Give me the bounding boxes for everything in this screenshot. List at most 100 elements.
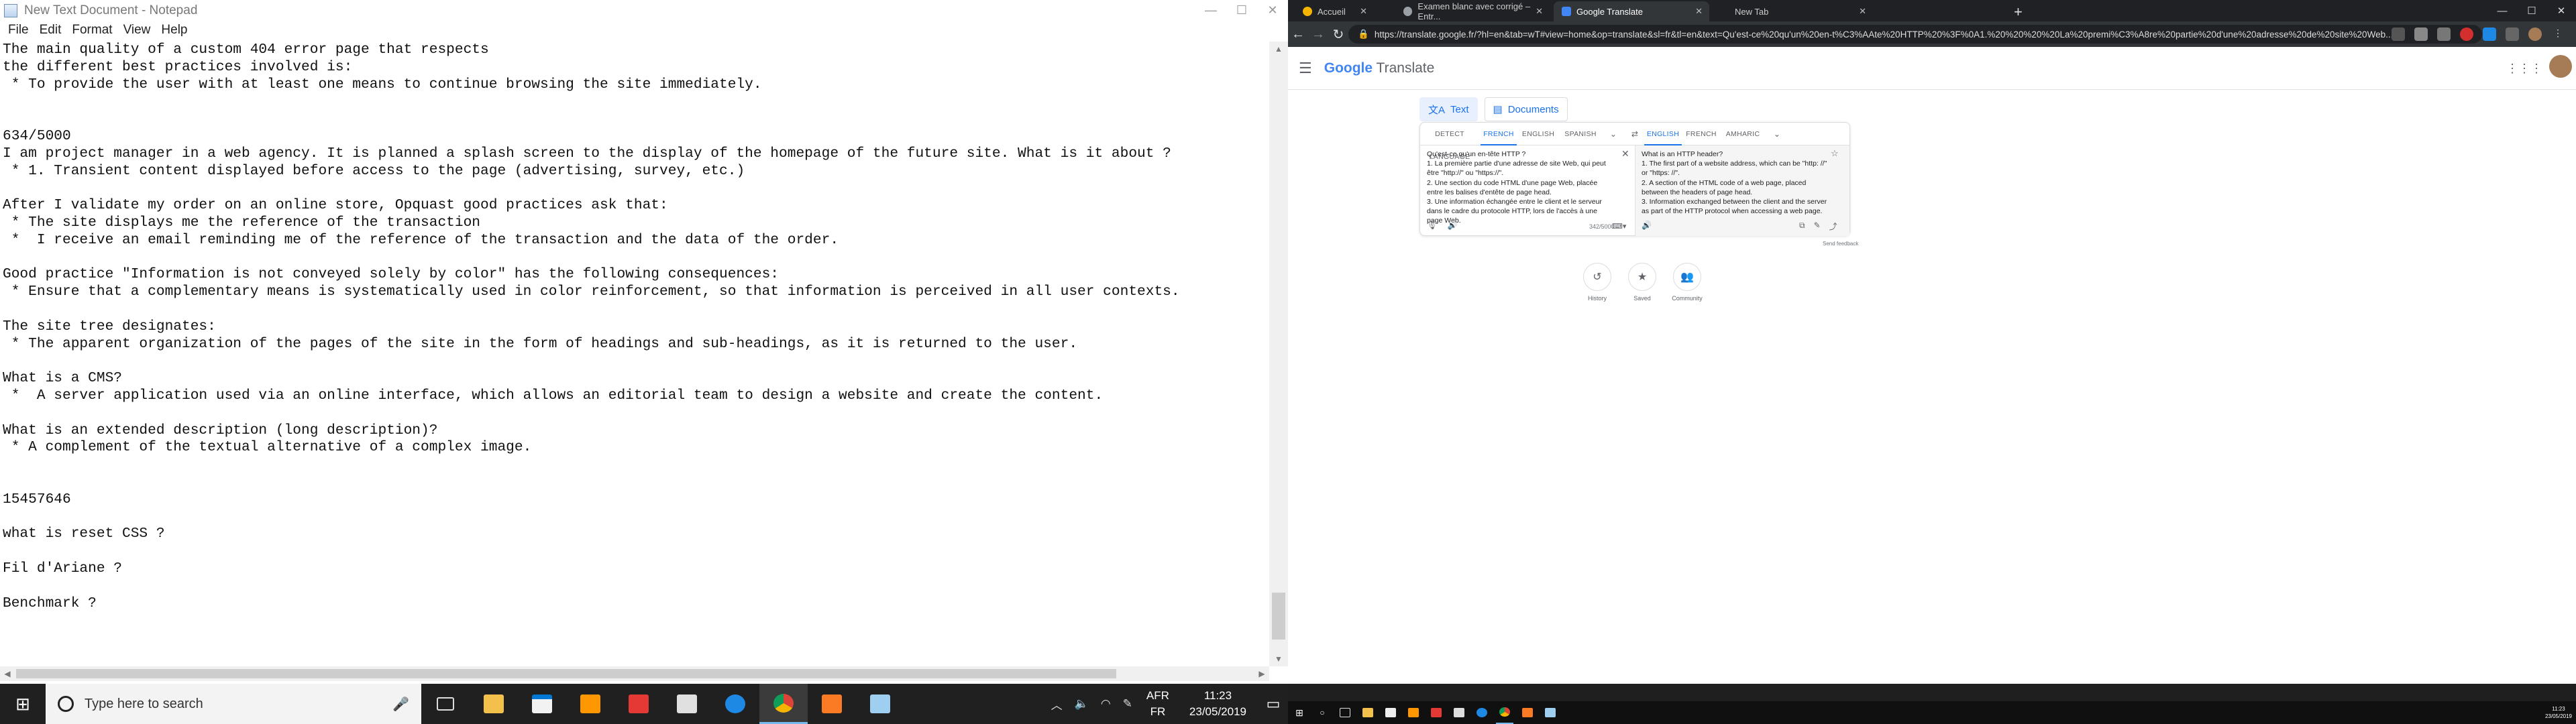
- target-lang-amharic[interactable]: AMHARIC: [1721, 123, 1765, 145]
- copy-icon[interactable]: ⧉: [1799, 221, 1805, 232]
- target-lang-english[interactable]: ENGLISH: [1644, 123, 1682, 145]
- source-lang-french[interactable]: FRENCH: [1481, 123, 1517, 145]
- save-translation-star-icon[interactable]: ☆: [1831, 148, 1839, 159]
- scroll-left-icon[interactable]: ◀: [0, 666, 15, 681]
- extension-icon[interactable]: [2414, 27, 2428, 41]
- notepad-taskbar-icon[interactable]: [856, 684, 904, 724]
- menu-format[interactable]: Format: [72, 23, 112, 38]
- tray-chevron-icon[interactable]: ︿: [1051, 696, 1063, 713]
- source-lang-english[interactable]: ENGLISH: [1518, 123, 1558, 145]
- sublime-text-icon[interactable]: [566, 684, 614, 724]
- notepad-text-area[interactable]: The main quality of a custom 404 error p…: [1, 42, 1269, 665]
- gift-app-icon[interactable]: [1428, 701, 1445, 724]
- source-text-input[interactable]: Qu'est-ce qu'un en-tête HTTP ? 1. La pre…: [1427, 149, 1608, 226]
- source-lang-detect[interactable]: DETECT LANGUAGE: [1420, 123, 1479, 161]
- store-icon[interactable]: [518, 684, 566, 724]
- apps-grid-icon[interactable]: ⋮⋮⋮: [2506, 62, 2542, 76]
- scroll-right-icon[interactable]: ▶: [1254, 666, 1269, 681]
- minimize-button[interactable]: —: [1195, 0, 1226, 21]
- search-icon[interactable]: ○: [1313, 701, 1331, 724]
- close-button[interactable]: ✕: [1257, 0, 1288, 21]
- scroll-thumb[interactable]: [1272, 593, 1285, 640]
- source-lang-dropdown-icon[interactable]: ⌄: [1601, 123, 1625, 145]
- volume-icon[interactable]: 🔈: [1075, 697, 1089, 711]
- horizontal-scrollbar[interactable]: ◀ ▶: [0, 666, 1269, 681]
- taskbar-search-box[interactable]: Type here to search 🎤: [46, 684, 421, 724]
- tab-close-icon[interactable]: ✕: [1859, 6, 1866, 17]
- microphone-icon[interactable]: 🎤: [392, 696, 409, 713]
- community-button[interactable]: 👥 Community: [1665, 263, 1709, 302]
- mail-icon[interactable]: [1450, 701, 1468, 724]
- maximize-button[interactable]: ☐: [1226, 0, 1257, 21]
- input-language[interactable]: AFR FR: [1146, 688, 1169, 720]
- file-explorer-icon[interactable]: [470, 684, 518, 724]
- microphone-icon[interactable]: 🎙: [1427, 221, 1437, 230]
- send-feedback-link[interactable]: Send feedback: [1823, 241, 1858, 247]
- menu-help[interactable]: Help: [161, 23, 187, 38]
- windows-start-icon[interactable]: ⊞: [0, 684, 46, 724]
- tab-google-translate[interactable]: Google Translate ✕: [1554, 1, 1709, 21]
- listen-source-icon[interactable]: 🔊: [1448, 221, 1458, 230]
- tab-new-tab[interactable]: New Tab ✕: [1717, 1, 1873, 21]
- menu-edit[interactable]: Edit: [40, 23, 62, 38]
- scroll-down-icon[interactable]: ▼: [1269, 652, 1288, 666]
- edge-icon[interactable]: [1473, 701, 1491, 724]
- notepad-taskbar-icon[interactable]: [1542, 701, 1559, 724]
- hamburger-menu-icon[interactable]: ☰: [1299, 60, 1312, 77]
- mail-icon[interactable]: [663, 684, 711, 724]
- reload-icon[interactable]: ↻: [1328, 26, 1348, 43]
- chrome-icon[interactable]: [759, 684, 808, 724]
- swap-languages-icon[interactable]: ⇄: [1625, 123, 1644, 145]
- tab-examen[interactable]: Examen blanc avec corrigé – Entr... ✕: [1395, 1, 1550, 21]
- secondary-clock[interactable]: 11:23 23/05/2019: [2545, 705, 2572, 720]
- tab-close-icon[interactable]: ✕: [1360, 6, 1367, 17]
- menu-file[interactable]: File: [8, 23, 29, 38]
- chrome-close-button[interactable]: ✕: [2546, 0, 2576, 21]
- sublime-text-icon[interactable]: [1405, 701, 1422, 724]
- store-icon[interactable]: [1382, 701, 1399, 724]
- profile-avatar[interactable]: [2528, 27, 2542, 41]
- target-lang-french[interactable]: FRENCH: [1683, 123, 1719, 145]
- hscroll-thumb[interactable]: [16, 669, 1116, 678]
- chrome-maximize-button[interactable]: ☐: [2517, 0, 2546, 21]
- menu-view[interactable]: View: [123, 23, 151, 38]
- source-lang-spanish[interactable]: SPANISH: [1560, 123, 1601, 145]
- extension-icon[interactable]: [2506, 27, 2519, 41]
- edit-icon[interactable]: ✎: [1814, 221, 1821, 232]
- scroll-up-icon[interactable]: ▲: [1269, 42, 1288, 56]
- extension-icon[interactable]: [2392, 27, 2405, 41]
- xampp-icon[interactable]: [1519, 701, 1536, 724]
- back-icon[interactable]: ←: [1288, 27, 1308, 42]
- notification-icon[interactable]: ▭: [1258, 695, 1288, 713]
- extension-icon[interactable]: [2437, 27, 2451, 41]
- new-tab-icon[interactable]: +: [2014, 3, 2023, 21]
- gift-app-icon[interactable]: [614, 684, 663, 724]
- pen-icon[interactable]: ✎: [1123, 697, 1132, 711]
- adblock-icon[interactable]: [2460, 27, 2473, 41]
- address-bar[interactable]: 🔒 https://translate.google.fr/?hl=en&tab…: [1348, 25, 2482, 44]
- forward-icon[interactable]: →: [1308, 27, 1328, 42]
- tab-close-icon[interactable]: ✕: [1536, 6, 1543, 17]
- edge-icon[interactable]: [711, 684, 759, 724]
- clear-source-icon[interactable]: ✕: [1621, 148, 1629, 160]
- xampp-icon[interactable]: [808, 684, 856, 724]
- google-translate-logo[interactable]: Google Translate: [1324, 60, 1435, 76]
- tab-accueil[interactable]: Accueil ✕: [1295, 1, 1374, 21]
- text-mode-button[interactable]: 文A Text: [1419, 97, 1478, 121]
- account-avatar[interactable]: [2549, 55, 2572, 78]
- documents-mode-button[interactable]: ▤ Documents: [1484, 97, 1568, 121]
- saved-button[interactable]: ★ Saved: [1620, 263, 1664, 302]
- target-lang-dropdown-icon[interactable]: ⌄: [1765, 123, 1789, 145]
- chrome-icon[interactable]: [1496, 701, 1513, 724]
- clock[interactable]: 11:23 23/05/2019: [1189, 688, 1246, 720]
- task-view-icon[interactable]: [1336, 701, 1354, 724]
- history-button[interactable]: ↺ History: [1575, 263, 1619, 302]
- vertical-scrollbar[interactable]: ▲ ▼: [1269, 42, 1288, 666]
- chrome-minimize-button[interactable]: —: [2487, 0, 2517, 21]
- windows-start-icon[interactable]: ⊞: [1291, 701, 1308, 724]
- listen-translation-icon[interactable]: 🔊: [1642, 221, 1652, 230]
- task-view-icon[interactable]: [421, 684, 470, 724]
- tab-close-icon[interactable]: ✕: [1695, 6, 1703, 17]
- chrome-menu-icon[interactable]: ⋮: [2551, 27, 2565, 41]
- share-icon[interactable]: ⤴: [1829, 221, 1837, 232]
